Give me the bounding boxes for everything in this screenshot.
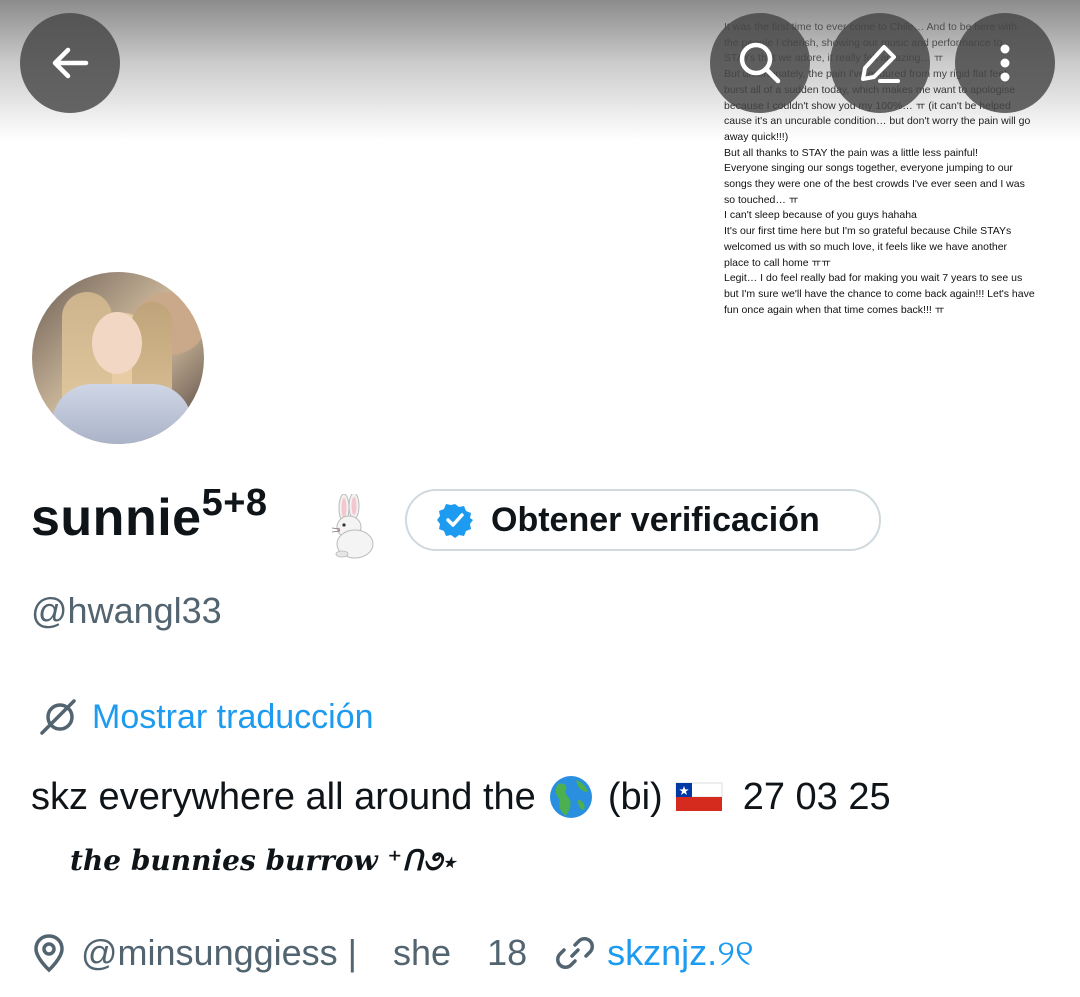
- edit-icon: [861, 45, 900, 83]
- display-name: sunnie5+8: [31, 482, 268, 548]
- banner-text-line: welcomed us with so much love, it feels …: [724, 240, 1008, 253]
- show-translation-label: Mostrar traducción: [92, 697, 374, 736]
- location-text: @minsunggiess |: [81, 932, 358, 973]
- banner-text-line: so touched… ㅠ: [724, 193, 799, 206]
- avatar[interactable]: [28, 268, 208, 448]
- banner-text-line: It's our first time here but I'm so grat…: [724, 225, 1012, 238]
- translate-icon: [40, 699, 76, 735]
- more-vertical-icon: [1000, 44, 1010, 82]
- banner-text-line: fun once again when that time comes back…: [724, 303, 945, 316]
- avatar-image: [32, 272, 204, 444]
- bio-text-3: 27 03 25: [742, 775, 891, 818]
- location-item: @minsunggiess |: [31, 932, 357, 974]
- link-icon: [556, 937, 595, 969]
- bio-fancy-line: the bunnies burrow ⁺ᑎ૭⋆: [70, 844, 456, 877]
- show-translation-link[interactable]: Mostrar traducción: [38, 697, 374, 737]
- bio-text-1: skz everywhere all around the: [31, 775, 536, 818]
- banner-text-line: But all thanks to STAY the pain was a li…: [724, 146, 978, 159]
- user-handle: @hwangl33: [31, 590, 222, 631]
- banner-text-line: Legit… I do feel really bad for making y…: [724, 272, 1023, 285]
- get-verified-label: Obtener verificación: [491, 500, 820, 539]
- banner-text-line: songs they were one of the best crowds I…: [724, 178, 1025, 191]
- banner-text-line: but I'm sure we'll have the chance to co…: [724, 287, 1035, 300]
- search-icon: [739, 42, 781, 84]
- pronoun-text: she: [393, 932, 452, 973]
- rabbit-emoji-icon: [331, 494, 374, 559]
- age-text: 18: [487, 932, 528, 973]
- arrow-left-icon: [52, 47, 89, 79]
- globe-americas-icon: [549, 776, 592, 818]
- bio-line: skz everywhere all around the (bi) 27 03…: [31, 774, 891, 820]
- back-button[interactable]: [20, 13, 120, 113]
- search-button[interactable]: [710, 13, 810, 113]
- profile-meta-row: @minsunggiess | she 18 skznjz.୨୧: [31, 930, 754, 976]
- banner-text-line: I can't sleep because of you guys hahaha: [724, 209, 917, 222]
- more-options-button[interactable]: [955, 13, 1055, 113]
- bio-text-2: (bi): [607, 775, 663, 818]
- banner-text-line: place to call home ㅠㅠ: [724, 256, 831, 269]
- display-name-text: sunnie: [31, 489, 202, 547]
- display-name-superscript: 5+8: [201, 482, 268, 524]
- banner-text-line: Everyone singing our songs together, eve…: [724, 162, 1013, 175]
- website-link[interactable]: skznjz.୨୧: [555, 932, 754, 975]
- location-pin-icon: [34, 934, 64, 973]
- flag-chile-icon: [675, 782, 723, 811]
- website-link-text[interactable]: skznjz.୨୧: [607, 932, 754, 975]
- verified-badge-icon: [437, 504, 473, 538]
- edit-button[interactable]: [830, 13, 930, 113]
- get-verified-button[interactable]: Obtener verificación: [405, 489, 881, 551]
